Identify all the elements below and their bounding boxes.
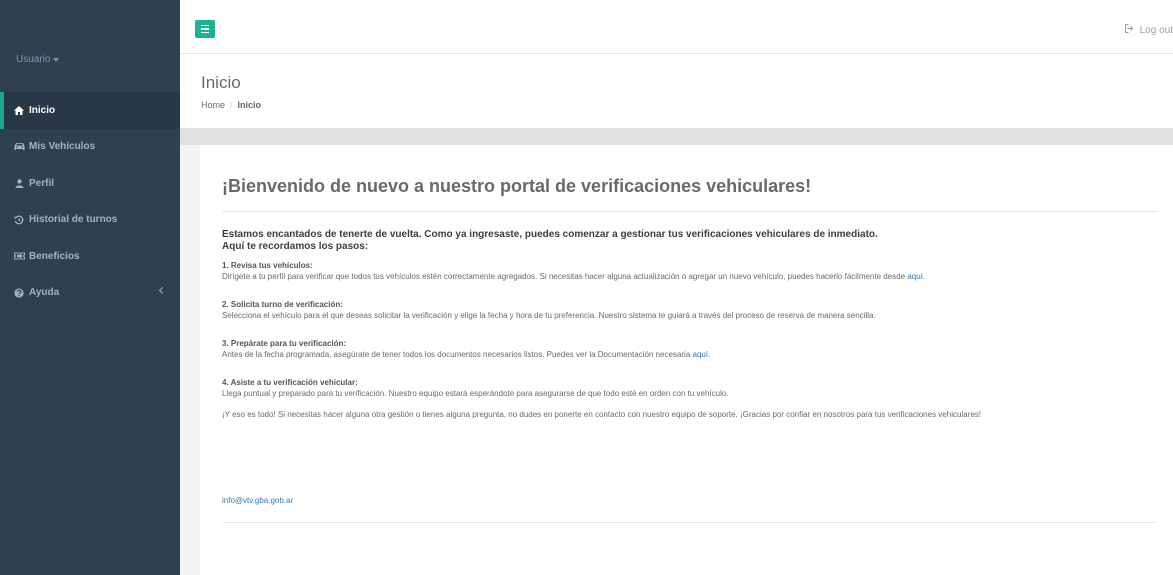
sidebar-item-historial[interactable]: Historial de turnos <box>0 202 180 239</box>
divider <box>222 211 1157 212</box>
sidebar-item-beneficios[interactable]: Beneficios <box>0 238 180 275</box>
welcome-title: ¡Bienvenido de nuevo a nuestro portal de… <box>222 176 812 196</box>
breadcrumb-current: Inicio <box>237 100 262 110</box>
step-1-title: 1. Revisa tus vehículos: <box>222 261 313 270</box>
sidebar-item-label: Beneficios <box>29 250 80 262</box>
content-top-band <box>180 128 1173 145</box>
top-navbar: Log out <box>180 0 1173 54</box>
step-1-body: Dirígete a tu perfil para verificar que … <box>222 272 906 281</box>
sidebar-item-label: Inicio <box>29 104 56 116</box>
sidebar-nav: Inicio Mis Vehículos Perfil Historial de… <box>0 92 180 311</box>
documentation-link[interactable]: aquí. <box>693 350 711 359</box>
breadcrumb-separator: / <box>230 100 233 110</box>
sidebar-item-mis-vehiculos[interactable]: Mis Vehículos <box>0 129 180 166</box>
sidebar-item-label: Mis Vehículos <box>29 141 96 153</box>
sidebar-item-perfil[interactable]: Perfil <box>0 165 180 202</box>
user-icon <box>13 178 25 188</box>
user-dropdown[interactable]: Usuario <box>16 54 60 65</box>
step-4-text: Llega puntual y preparado para tu verifi… <box>222 389 729 398</box>
vehicles-link[interactable]: aquí. <box>907 272 925 281</box>
hamburger-icon <box>201 24 209 27</box>
logout-link[interactable]: Log out <box>1124 24 1173 36</box>
user-label: Usuario <box>16 54 51 65</box>
step-1-text: Dirígete a tu perfil para verificar que … <box>222 271 1157 283</box>
ticket-icon <box>13 251 25 261</box>
sidebar-item-label: Ayuda <box>29 287 60 299</box>
page-heading: Inicio <box>180 54 1173 128</box>
closing-text: ¡Y eso es todo! Si necesitas hacer algun… <box>222 410 981 419</box>
step-3-text: Antes de la fecha programada, asegúrate … <box>222 349 1157 361</box>
sidebar: Usuario Inicio Mis Vehículos Perfil Hist… <box>0 0 180 575</box>
welcome-content: Estamos encantados de tenerte de vuelta.… <box>222 229 1157 421</box>
history-icon <box>13 215 25 225</box>
hamburger-icon-line <box>201 28 209 30</box>
support-email-link[interactable]: info@vtv.gba.gob.ar <box>222 496 293 505</box>
step-3-title: 3. Prepárate para tu verificación: <box>222 339 347 348</box>
chevron-left-icon <box>158 286 167 294</box>
question-circle-icon <box>13 288 25 298</box>
breadcrumb-home[interactable]: Home <box>201 100 225 110</box>
hamburger-icon-line <box>201 31 209 34</box>
step-2-text: Selecciona el vehículo para el que desea… <box>222 311 876 320</box>
sidebar-item-inicio[interactable]: Inicio <box>0 92 180 129</box>
car-icon <box>13 142 25 152</box>
breadcrumb: Home / Inicio <box>201 100 261 110</box>
step-3-body: Antes de la fecha programada, asegúrate … <box>222 350 691 359</box>
intro-line-1: Estamos encantados de tenerte de vuelta.… <box>222 229 878 240</box>
menu-toggle-button[interactable] <box>195 20 215 38</box>
page-title: Inicio <box>201 73 241 92</box>
divider-bottom <box>222 522 1157 523</box>
welcome-card: ¡Bienvenido de nuevo a nuestro portal de… <box>200 145 1173 575</box>
sign-out-icon <box>1124 24 1134 36</box>
sidebar-item-label: Historial de turnos <box>29 214 118 226</box>
step-4-title: 4. Asiste a tu verificación vehicular: <box>222 378 358 387</box>
step-2-title: 2. Solicita turno de verificación: <box>222 300 343 309</box>
sidebar-item-label: Perfil <box>29 177 55 189</box>
caret-down-icon <box>53 58 60 62</box>
home-icon <box>13 105 25 115</box>
sidebar-item-ayuda[interactable]: Ayuda <box>0 275 180 312</box>
intro-line-2: Aquí te recordamos los pasos: <box>222 241 369 252</box>
logout-label: Log out <box>1139 24 1173 36</box>
